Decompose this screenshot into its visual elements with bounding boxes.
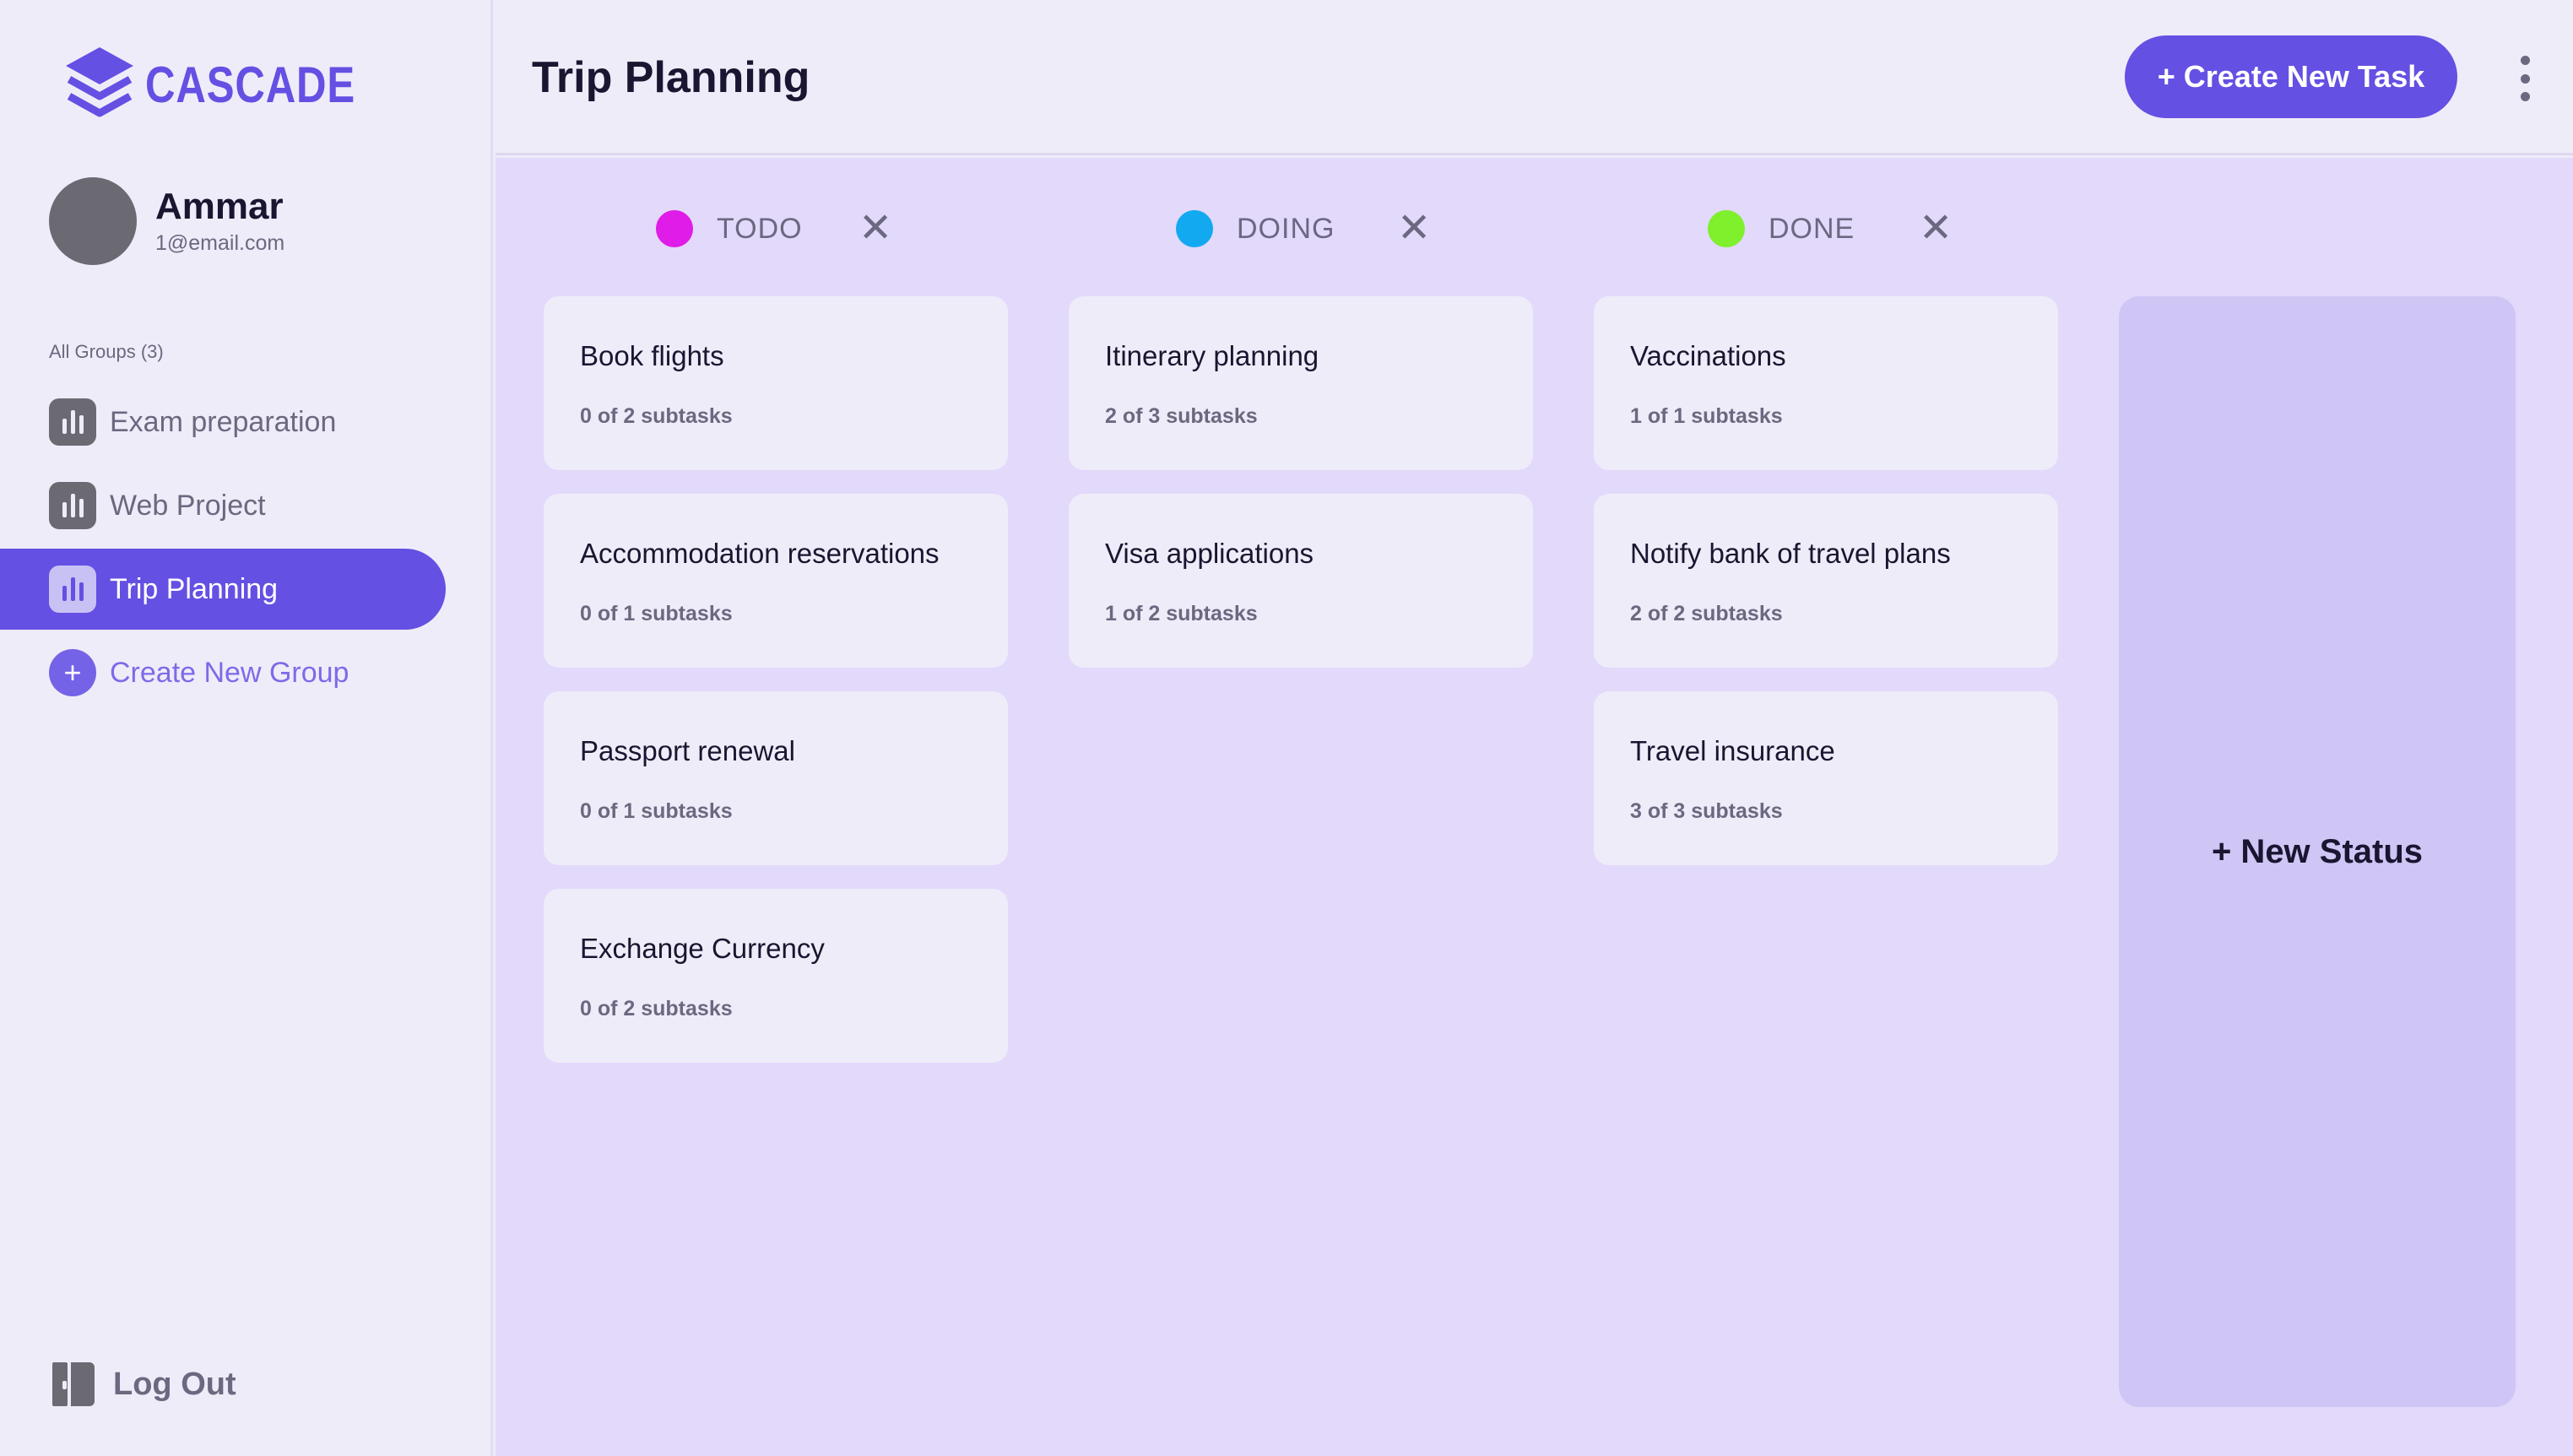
task-card[interactable]: Notify bank of travel plans 2 of 2 subta… [1594, 494, 2058, 668]
task-subtasks: 2 of 2 subtasks [1630, 602, 1783, 625]
column-name: DONE [1769, 212, 1855, 245]
sidebar-item-web-project[interactable]: Web Project [0, 465, 446, 546]
sidebar-item-label: Exam preparation [110, 405, 337, 438]
user-name: Ammar [155, 186, 284, 228]
logout-button[interactable]: Log Out [49, 1359, 236, 1410]
task-card[interactable]: Accommodation reservations 0 of 1 subtas… [544, 494, 1008, 668]
logout-label: Log Out [113, 1366, 236, 1402]
task-title: Vaccinations [1630, 340, 1786, 371]
column-name: TODO [717, 212, 803, 245]
kanban-board: TODO ✕ DOING ✕ DONE ✕ Book flights 0 of … [496, 158, 2573, 1456]
column-header-doing: DOING ✕ [1176, 205, 1514, 252]
create-group-label: Create New Group [110, 656, 349, 689]
column-header-todo: TODO ✕ [656, 205, 994, 252]
task-subtasks: 1 of 2 subtasks [1105, 602, 1258, 625]
chart-bars-icon [49, 398, 96, 446]
layers-logo-icon [66, 47, 133, 117]
sidebar-item-label: Web Project [110, 489, 266, 522]
task-subtasks: 2 of 3 subtasks [1105, 404, 1258, 428]
user-profile: Ammar 1@email.com [49, 177, 284, 265]
user-info: Ammar 1@email.com [155, 186, 285, 255]
task-subtasks: 0 of 1 subtasks [580, 602, 733, 625]
status-color-dot [656, 210, 693, 247]
create-task-button[interactable]: + Create New Task [2125, 35, 2457, 118]
task-title: Passport renewal [580, 735, 795, 766]
task-card[interactable]: Passport renewal 0 of 1 subtasks [544, 691, 1008, 865]
groups-count-label: All Groups (3) [49, 341, 164, 362]
create-group-button[interactable]: + Create New Group [0, 632, 446, 713]
task-title: Notify bank of travel plans [1630, 538, 1951, 569]
app-name: CASCADE [145, 56, 356, 113]
task-subtasks: 0 of 2 subtasks [580, 997, 733, 1020]
task-subtasks: 3 of 3 subtasks [1630, 799, 1783, 823]
task-title: Travel insurance [1630, 735, 1835, 766]
door-logout-icon [49, 1359, 96, 1410]
column-header-done: DONE ✕ [1708, 205, 2045, 252]
task-title: Visa applications [1105, 538, 1314, 569]
task-card[interactable]: Exchange Currency 0 of 2 subtasks [544, 889, 1008, 1063]
task-subtasks: 1 of 1 subtasks [1630, 404, 1783, 428]
delete-column-icon[interactable]: ✕ [859, 205, 892, 252]
task-title: Book flights [580, 340, 724, 371]
sidebar-item-trip-planning[interactable]: Trip Planning [0, 549, 446, 630]
status-color-dot [1708, 210, 1745, 247]
new-status-button[interactable]: + New Status [2119, 296, 2516, 1407]
group-nav: Exam preparation Web Project Trip Planni… [0, 382, 446, 716]
task-card[interactable]: Book flights 0 of 2 subtasks [544, 296, 1008, 470]
user-email: 1@email.com [155, 230, 285, 255]
top-header: Trip Planning + Create New Task [496, 0, 2573, 155]
delete-column-icon[interactable]: ✕ [1397, 205, 1431, 252]
sidebar-item-label: Trip Planning [110, 572, 279, 605]
task-title: Itinerary planning [1105, 340, 1319, 371]
chart-bars-icon [49, 566, 96, 613]
sidebar-item-exam-preparation[interactable]: Exam preparation [0, 382, 446, 463]
task-title: Accommodation reservations [580, 538, 940, 569]
plus-circle-icon: + [49, 649, 96, 696]
more-options-icon[interactable] [2516, 56, 2533, 101]
task-card[interactable]: Visa applications 1 of 2 subtasks [1069, 494, 1533, 668]
task-subtasks: 0 of 2 subtasks [580, 404, 733, 428]
app-logo[interactable]: CASCADE [62, 44, 402, 125]
task-card[interactable]: Travel insurance 3 of 3 subtasks [1594, 691, 2058, 865]
task-card[interactable]: Itinerary planning 2 of 3 subtasks [1069, 296, 1533, 470]
avatar[interactable] [49, 177, 137, 265]
page-title: Trip Planning [532, 53, 810, 102]
status-color-dot [1176, 210, 1213, 247]
delete-column-icon[interactable]: ✕ [1919, 205, 1953, 252]
task-card[interactable]: Vaccinations 1 of 1 subtasks [1594, 296, 2058, 470]
task-title: Exchange Currency [580, 933, 825, 964]
column-name: DOING [1237, 212, 1335, 245]
chart-bars-icon [49, 482, 96, 529]
sidebar: CASCADE Ammar 1@email.com All Groups (3)… [0, 0, 493, 1456]
task-subtasks: 0 of 1 subtasks [580, 799, 733, 823]
